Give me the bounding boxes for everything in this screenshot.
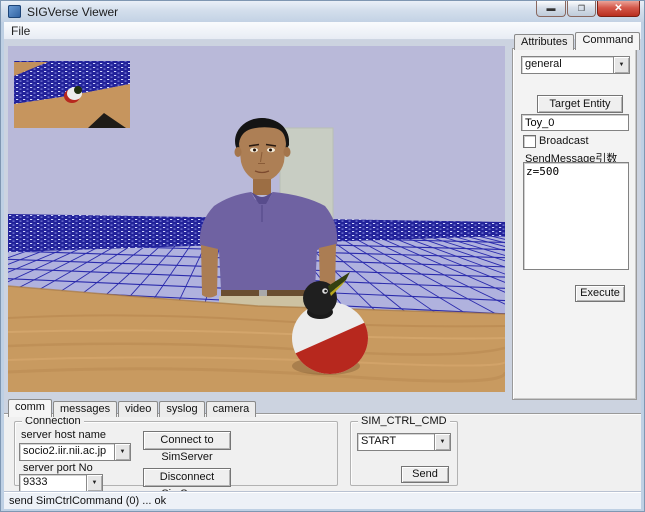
avatar-neck — [253, 179, 271, 195]
connection-group: Connection server host name socio2.iir.n… — [14, 421, 338, 486]
overview-inset — [14, 57, 130, 128]
execute-button[interactable]: Execute — [575, 285, 625, 302]
command-type-value: general — [525, 58, 613, 70]
sim-ctrl-select[interactable]: START ▼ — [357, 433, 451, 451]
chevron-down-icon[interactable]: ▼ — [86, 475, 102, 491]
app-window: SIGVerse Viewer ▬ ❒ ✕ File — [0, 0, 645, 512]
avatar-left-arm — [201, 245, 218, 298]
status-text: send SimCtrlCommand (0) ... ok — [4, 493, 166, 507]
comm-tab-panel: Connection server host name socio2.iir.n… — [4, 413, 641, 492]
server-port-select[interactable]: 9333 ▼ — [19, 474, 103, 492]
tab-comm[interactable]: comm — [8, 399, 52, 417]
server-port-value: 9333 — [23, 476, 86, 488]
connect-button[interactable]: Connect to SimServer — [143, 431, 231, 450]
avatar-belt — [221, 290, 315, 296]
3d-viewport[interactable] — [8, 46, 505, 392]
command-type-select[interactable]: general ▼ — [521, 56, 630, 74]
chevron-down-icon[interactable]: ▼ — [434, 434, 450, 450]
command-panel: AttributesCommand general ▼ Target Entit… — [512, 32, 637, 400]
app-icon — [8, 5, 21, 18]
maximize-icon: ❒ — [578, 5, 585, 13]
sim-ctrl-group: SIM_CTRL_CMD START ▼ Send — [350, 421, 458, 486]
tab-video[interactable]: video — [118, 401, 158, 417]
minimize-button[interactable]: ▬ — [536, 1, 566, 17]
server-host-label: server host name — [21, 429, 106, 441]
inset-toy — [74, 86, 82, 94]
broadcast-checkbox[interactable] — [523, 135, 536, 148]
tab-camera[interactable]: camera — [206, 401, 257, 417]
tab-attributes[interactable]: Attributes — [514, 34, 574, 50]
scene-canvas — [8, 46, 505, 392]
target-entity-button[interactable]: Target Entity — [537, 95, 623, 113]
bottom-tab-strip: commmessagesvideosyslogcamera — [8, 399, 257, 417]
title-bar[interactable]: SIGVerse Viewer ▬ ❒ ✕ — [1, 1, 644, 22]
maximize-button[interactable]: ❒ — [567, 1, 596, 17]
sim-ctrl-value: START — [361, 435, 434, 447]
server-host-value: socio2.iir.nii.ac.jp — [23, 445, 114, 457]
disconnect-button[interactable]: Disconnect SimServer — [143, 468, 231, 487]
window-title: SIGVerse Viewer — [27, 5, 118, 19]
close-button[interactable]: ✕ — [597, 1, 640, 17]
target-entity-input[interactable] — [521, 114, 629, 131]
tab-syslog[interactable]: syslog — [159, 401, 204, 417]
sim-ctrl-group-label: SIM_CTRL_CMD — [358, 415, 450, 427]
server-host-select[interactable]: socio2.iir.nii.ac.jp ▼ — [19, 443, 131, 461]
broadcast-label: Broadcast — [539, 135, 589, 147]
tab-messages[interactable]: messages — [53, 401, 117, 417]
status-bar: send SimCtrlCommand (0) ... ok — [4, 492, 641, 509]
menu-file[interactable]: File — [4, 22, 37, 40]
server-port-label: server port No — [23, 462, 93, 474]
chevron-down-icon[interactable]: ▼ — [613, 57, 629, 73]
send-button[interactable]: Send — [401, 466, 449, 483]
close-icon: ✕ — [614, 4, 622, 14]
tab-command[interactable]: Command — [575, 32, 640, 50]
send-message-input[interactable]: z=500 — [523, 162, 629, 270]
minimize-icon: ▬ — [547, 4, 556, 13]
chevron-down-icon[interactable]: ▼ — [114, 444, 130, 460]
